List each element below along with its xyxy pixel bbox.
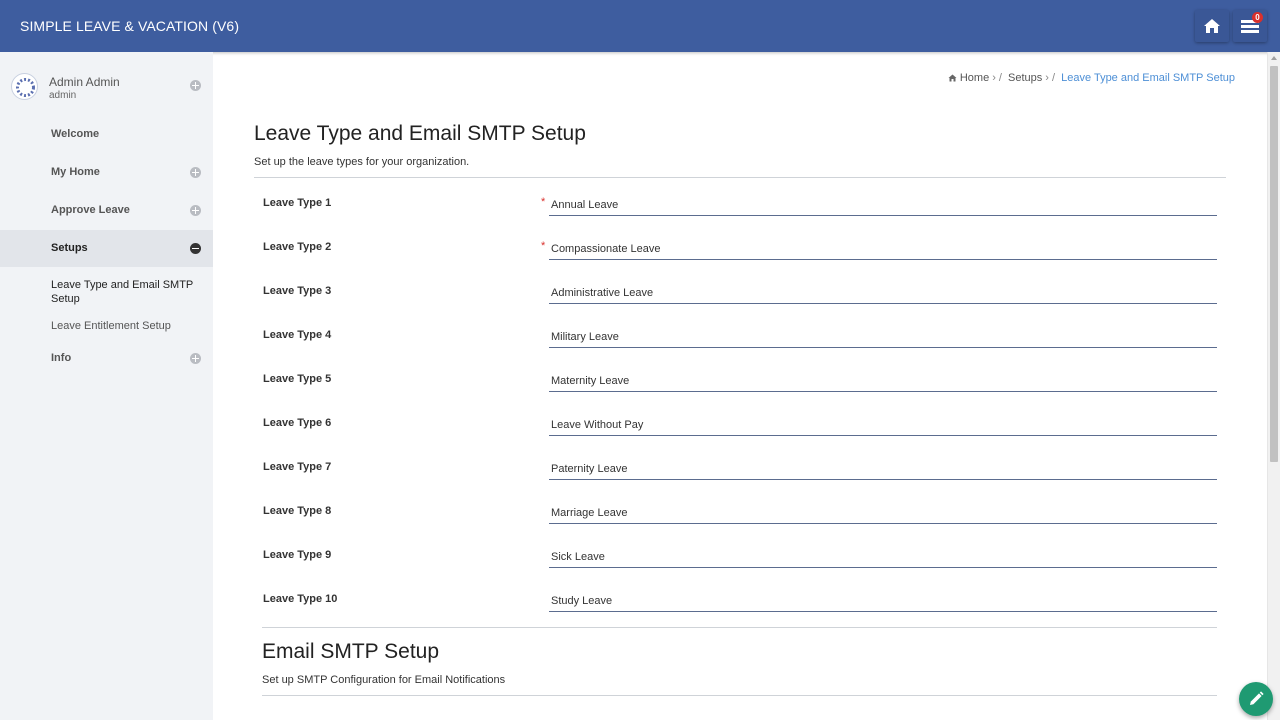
smtp-divider [262, 695, 1217, 696]
leave-type-label: Leave Type 7 [263, 461, 332, 473]
sidebar-item-label: Welcome [51, 128, 100, 140]
notifications-button[interactable]: 0 [1233, 10, 1267, 42]
top-bar: SIMPLE LEAVE & VACATION (V6) 0 [0, 0, 1280, 52]
leave-type-row: Leave Type 3 [254, 272, 1226, 316]
sidebar: Admin Admin admin Welcome My Home Approv… [0, 52, 213, 720]
leave-type-8-input[interactable] [549, 497, 1217, 524]
section-divider [262, 627, 1217, 628]
sidebar-item-my-home[interactable]: My Home [0, 154, 213, 191]
app-title: SIMPLE LEAVE & VACATION (V6) [20, 18, 240, 34]
collapse-minus-icon [190, 243, 201, 254]
leave-type-label: Leave Type 4 [263, 329, 332, 341]
home-icon [948, 74, 957, 82]
breadcrumb: Home › / Setups › / Leave Type and Email S… [948, 72, 1235, 84]
leave-type-2-input[interactable] [549, 233, 1217, 260]
leave-type-row: Leave Type 8 [254, 492, 1226, 536]
smtp-section-title: Email SMTP Setup [262, 640, 440, 663]
leave-type-label: Leave Type 2 [263, 241, 332, 253]
main-content: Home › / Setups › / Leave Type and Email S… [213, 52, 1267, 720]
leave-type-3-input[interactable] [549, 277, 1217, 304]
page-title: Leave Type and Email SMTP Setup [254, 122, 586, 145]
leave-type-label: Leave Type 5 [263, 373, 332, 385]
sidebar-item-approve-leave[interactable]: Approve Leave [0, 192, 213, 229]
required-marker: * [541, 240, 546, 252]
leave-type-row: Leave Type 10 [254, 580, 1226, 624]
pencil-icon [1250, 691, 1264, 705]
sidebar-item-info[interactable]: Info [0, 340, 213, 377]
leave-type-1-input[interactable] [549, 189, 1217, 216]
sidebar-subitem-leave-type-smtp[interactable]: Leave Type and Email SMTP Setup [51, 278, 201, 306]
leave-type-row: Leave Type 6 [254, 404, 1226, 448]
notification-badge: 0 [1252, 12, 1263, 23]
expand-plus-icon [190, 353, 201, 364]
scrollbar[interactable] [1267, 52, 1280, 720]
leave-type-9-input[interactable] [549, 541, 1217, 568]
scroll-thumb[interactable] [1270, 66, 1278, 462]
leave-type-label: Leave Type 9 [263, 549, 332, 561]
page-subtitle: Set up the leave types for your organiza… [254, 156, 470, 168]
leave-type-6-input[interactable] [549, 409, 1217, 436]
sidebar-item-setups[interactable]: Setups [0, 230, 213, 267]
breadcrumb-setups-link[interactable]: Setups [1008, 72, 1042, 84]
leave-type-label: Leave Type 3 [263, 285, 332, 297]
leave-type-row: Leave Type 4 [254, 316, 1226, 360]
edit-fab-button[interactable] [1239, 682, 1273, 716]
sidebar-subitem-leave-entitlement[interactable]: Leave Entitlement Setup [51, 319, 171, 333]
expand-plus-icon [190, 205, 201, 216]
sidebar-item-label: Info [51, 352, 72, 364]
expand-plus-icon [190, 167, 201, 178]
required-marker: * [541, 196, 546, 208]
leave-type-5-input[interactable] [549, 365, 1217, 392]
leave-type-label: Leave Type 6 [263, 417, 332, 429]
breadcrumb-current: Leave Type and Email SMTP Setup [1061, 72, 1235, 84]
scroll-up-icon[interactable] [1271, 56, 1277, 60]
user-profile[interactable]: Admin Admin admin [0, 66, 213, 110]
sidebar-item-label: Setups [51, 242, 88, 254]
user-role: admin [49, 90, 77, 101]
leave-type-label: Leave Type 10 [263, 593, 338, 605]
home-button[interactable] [1195, 10, 1229, 42]
leave-type-row: Leave Type 2 * [254, 228, 1226, 272]
header-divider [254, 177, 1226, 178]
sidebar-item-label: Approve Leave [51, 204, 130, 216]
leave-type-row: Leave Type 9 [254, 536, 1226, 580]
sidebar-item-label: My Home [51, 166, 100, 178]
avatar [11, 73, 38, 100]
leave-type-4-input[interactable] [549, 321, 1217, 348]
smtp-section-subtitle: Set up SMTP Configuration for Email Noti… [262, 674, 506, 686]
leave-type-row: Leave Type 7 [254, 448, 1226, 492]
home-icon [1204, 19, 1220, 33]
leave-type-row: Leave Type 1 * [254, 184, 1226, 228]
leave-type-row: Leave Type 5 [254, 360, 1226, 404]
leave-type-10-input[interactable] [549, 585, 1217, 612]
user-name: Admin Admin [49, 75, 120, 89]
leave-type-label: Leave Type 8 [263, 505, 332, 517]
breadcrumb-home-link[interactable]: Home [960, 72, 989, 84]
user-expand-icon[interactable] [190, 80, 201, 91]
sidebar-item-welcome[interactable]: Welcome [0, 116, 213, 153]
leave-type-7-input[interactable] [549, 453, 1217, 480]
leave-type-label: Leave Type 1 [263, 197, 332, 209]
